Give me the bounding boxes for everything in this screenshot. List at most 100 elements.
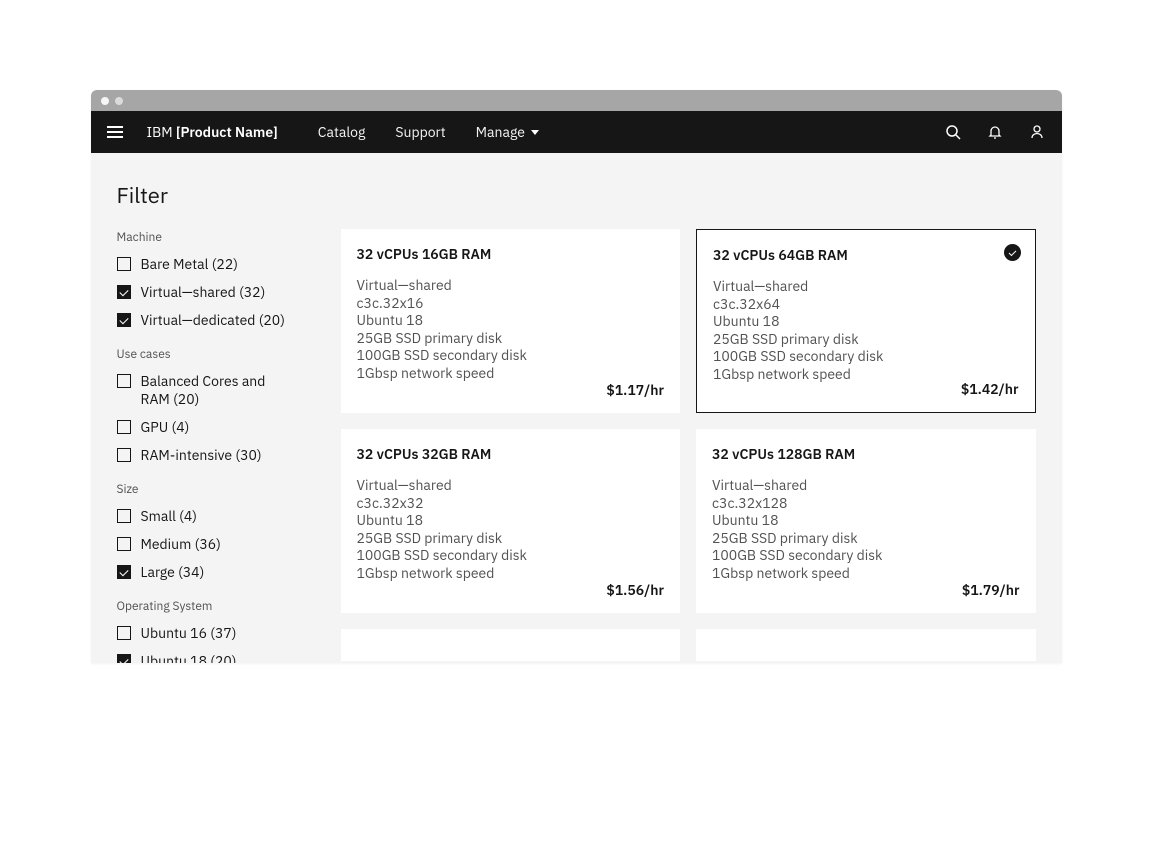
- card-spec-line: c3c.32x32: [357, 495, 665, 513]
- card-spec-line: 1Gbsp network speed: [357, 365, 665, 383]
- filter-checkbox-item[interactable]: Large (34): [117, 563, 317, 581]
- card-title: 32 vCPUs 16GB RAM: [357, 245, 665, 263]
- card-specs: Virtual—sharedc3c.32x64Ubuntu 1825GB SSD…: [713, 278, 1019, 383]
- checkbox[interactable]: [117, 313, 131, 327]
- checkbox[interactable]: [117, 654, 131, 663]
- card-spec-line: 100GB SSD secondary disk: [357, 547, 665, 565]
- card-spec-line: 1Gbsp network speed: [357, 565, 665, 583]
- brand-prefix: IBM: [147, 123, 176, 141]
- filter-label: Balanced Cores and RAM (20): [141, 372, 291, 408]
- instance-card[interactable]: 32 vCPUs 16GB RAM Virtual—sharedc3c.32x16…: [341, 229, 681, 413]
- page-title: Filter: [117, 181, 317, 210]
- filter-checkbox-item[interactable]: RAM-intensive (30): [117, 446, 317, 464]
- search-icon[interactable]: [944, 123, 962, 141]
- filter-label: Bare Metal (22): [141, 255, 238, 273]
- checkbox[interactable]: [117, 509, 131, 523]
- filter-label: Small (4): [141, 507, 197, 525]
- filter-group-heading: Machine: [117, 230, 317, 245]
- filter-label: Ubuntu 18 (20): [141, 652, 237, 663]
- card-price: $1.56/hr: [606, 581, 664, 599]
- checkbox[interactable]: [117, 285, 131, 299]
- checkbox[interactable]: [117, 565, 131, 579]
- card-price: $1.79/hr: [962, 581, 1020, 599]
- main-content: Filter Machine Bare Metal (22) Virtual—sha…: [91, 153, 1062, 663]
- filter-label: GPU (4): [141, 418, 190, 436]
- selected-badge-icon: [1004, 244, 1021, 261]
- filter-group: Operating System Ubuntu 16 (37) Ubuntu 18 …: [117, 599, 317, 663]
- filter-label: Virtual—dedicated (20): [141, 311, 285, 329]
- checkmark-icon: [1008, 248, 1016, 256]
- app-window: IBM [Product Name] Catalog Support Manag…: [91, 90, 1062, 663]
- filter-group-heading: Size: [117, 482, 317, 497]
- filter-checkbox-item[interactable]: Ubuntu 16 (37): [117, 624, 317, 642]
- filter-checkbox-item[interactable]: Virtual—dedicated (20): [117, 311, 317, 329]
- checkmark-icon: [119, 656, 128, 663]
- filter-group-heading: Operating System: [117, 599, 317, 614]
- card-spec-line: Ubuntu 18: [357, 512, 665, 530]
- brand: IBM [Product Name]: [147, 123, 278, 141]
- nav-support[interactable]: Support: [395, 123, 445, 141]
- filter-label: RAM-intensive (30): [141, 446, 262, 464]
- window-close-dot[interactable]: [101, 97, 109, 105]
- nav-links: Catalog Support Manage: [318, 123, 539, 141]
- card-spec-line: 25GB SSD primary disk: [357, 330, 665, 348]
- checkbox[interactable]: [117, 257, 131, 271]
- instance-card-placeholder[interactable]: [341, 629, 681, 661]
- checkbox[interactable]: [117, 448, 131, 462]
- filter-group-heading: Use cases: [117, 347, 317, 362]
- card-spec-line: 25GB SSD primary disk: [713, 331, 1019, 349]
- nav-catalog[interactable]: Catalog: [318, 123, 366, 141]
- card-spec-line: Virtual—shared: [357, 277, 665, 295]
- user-icon[interactable]: [1028, 123, 1046, 141]
- card-title: 32 vCPUs 128GB RAM: [712, 445, 1020, 463]
- nav-manage[interactable]: Manage: [476, 123, 539, 141]
- checkbox[interactable]: [117, 537, 131, 551]
- menu-icon[interactable]: [107, 122, 127, 142]
- card-title: 32 vCPUs 64GB RAM: [713, 246, 1019, 264]
- checkbox[interactable]: [117, 626, 131, 640]
- cards-grid: 32 vCPUs 16GB RAMVirtual—sharedc3c.32x16…: [341, 229, 1036, 663]
- card-spec-line: c3c.32x16: [357, 295, 665, 313]
- filter-label: Ubuntu 16 (37): [141, 624, 237, 642]
- card-title: 32 vCPUs 32GB RAM: [357, 445, 665, 463]
- card-specs: Virtual—sharedc3c.32x16Ubuntu 1825GB SSD…: [357, 277, 665, 382]
- window-minimize-dot[interactable]: [115, 97, 123, 105]
- card-spec-line: 1Gbsp network speed: [712, 565, 1020, 583]
- filter-sidebar: Filter Machine Bare Metal (22) Virtual—sha…: [117, 181, 317, 663]
- filter-checkbox-item[interactable]: Virtual—shared (32): [117, 283, 317, 301]
- card-price: $1.42/hr: [961, 380, 1019, 398]
- filter-label: Large (34): [141, 563, 205, 581]
- notifications-icon[interactable]: [986, 123, 1004, 141]
- card-spec-line: 100GB SSD secondary disk: [712, 547, 1020, 565]
- card-spec-line: Ubuntu 18: [712, 512, 1020, 530]
- checkmark-icon: [119, 567, 128, 576]
- card-spec-line: Virtual—shared: [712, 477, 1020, 495]
- window-chrome: [91, 90, 1062, 111]
- filter-checkbox-item[interactable]: Balanced Cores and RAM (20): [117, 372, 317, 408]
- brand-name: [Product Name]: [176, 123, 278, 141]
- filter-checkbox-item[interactable]: Small (4): [117, 507, 317, 525]
- card-spec-line: Virtual—shared: [357, 477, 665, 495]
- card-spec-line: 25GB SSD primary disk: [712, 530, 1020, 548]
- filter-checkbox-item[interactable]: Medium (36): [117, 535, 317, 553]
- filter-checkbox-item[interactable]: Bare Metal (22): [117, 255, 317, 273]
- filter-checkbox-item[interactable]: Ubuntu 18 (20): [117, 652, 317, 663]
- card-price: $1.17/hr: [606, 381, 664, 399]
- instance-card[interactable]: 32 vCPUs 128GB RAM Virtual—sharedc3c.32x1…: [696, 429, 1036, 613]
- checkbox[interactable]: [117, 374, 131, 388]
- card-spec-line: Ubuntu 18: [713, 313, 1019, 331]
- checkbox[interactable]: [117, 420, 131, 434]
- instance-card[interactable]: 32 vCPUs 64GB RAM Virtual—sharedc3c.32x64…: [696, 229, 1036, 413]
- filter-group: Use cases Balanced Cores and RAM (20) GPU …: [117, 347, 317, 464]
- nav-manage-label: Manage: [476, 123, 525, 141]
- instance-card[interactable]: 32 vCPUs 32GB RAM Virtual—sharedc3c.32x32…: [341, 429, 681, 613]
- filter-label: Virtual—shared (32): [141, 283, 266, 301]
- checkmark-icon: [119, 315, 128, 324]
- filter-checkbox-item[interactable]: GPU (4): [117, 418, 317, 436]
- filter-group: Size Small (4) Medium (36) Large (34): [117, 482, 317, 581]
- card-specs: Virtual—sharedc3c.32x128Ubuntu 1825GB SS…: [712, 477, 1020, 582]
- card-specs: Virtual—sharedc3c.32x32Ubuntu 1825GB SSD…: [357, 477, 665, 582]
- instance-card-placeholder[interactable]: [696, 629, 1036, 661]
- card-spec-line: Ubuntu 18: [357, 312, 665, 330]
- filter-group: Machine Bare Metal (22) Virtual—shared (32…: [117, 230, 317, 329]
